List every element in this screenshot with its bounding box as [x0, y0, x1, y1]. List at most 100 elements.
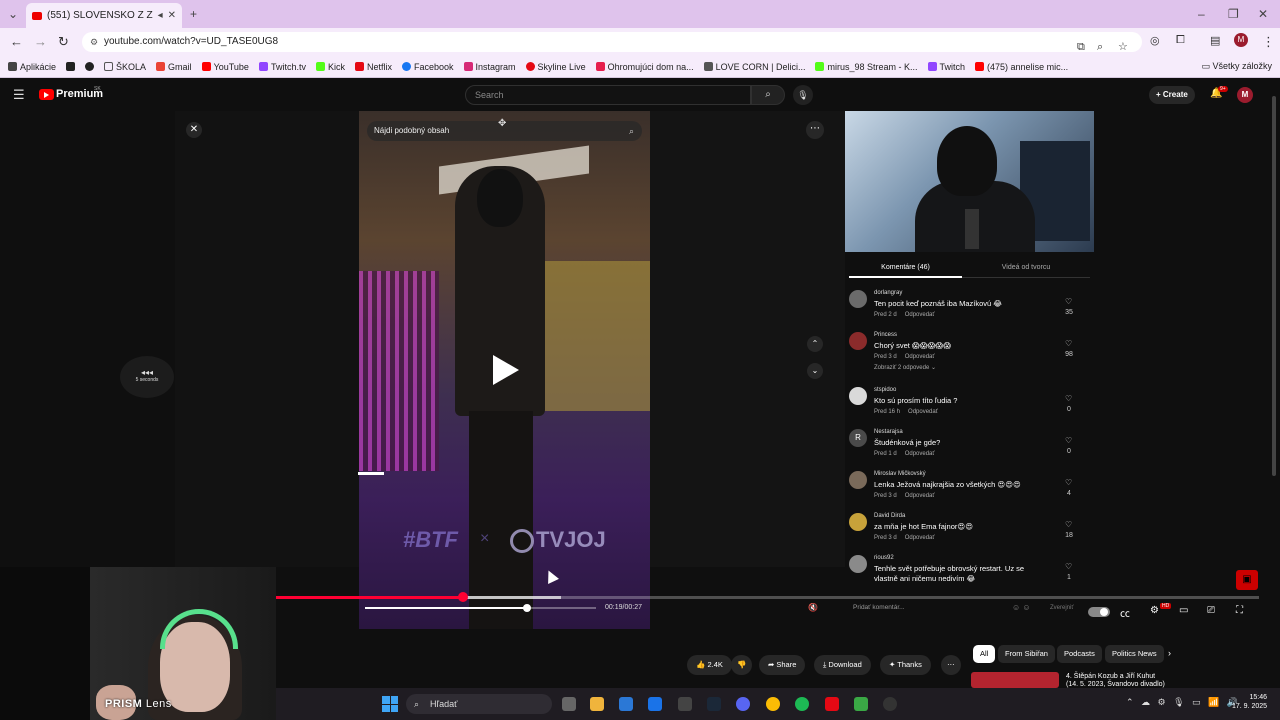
emoji-icon[interactable]: ☺ ☺ — [1012, 601, 1031, 615]
bookmark-item[interactable] — [85, 62, 95, 71]
spotify-icon[interactable] — [795, 697, 809, 711]
browser-menu-icon[interactable]: ⋮ — [1262, 34, 1275, 50]
reload-icon[interactable]: ↻ — [58, 34, 69, 50]
windows-start-icon[interactable] — [382, 696, 398, 712]
avatar[interactable]: R — [849, 429, 867, 447]
microphone-icon[interactable]: 🎙 — [793, 85, 813, 105]
comment-author[interactable]: dorlangray — [874, 290, 902, 296]
progress-scrubber-handle[interactable] — [457, 592, 468, 602]
recommended-thumbnail[interactable] — [971, 672, 1059, 688]
browser-tab[interactable]: (551) SLOVENSKO Z ZTRACENÝ... ◂ ✕ — [26, 3, 182, 28]
fullscreen-icon[interactable]: ⛶ — [1236, 605, 1243, 616]
search-input[interactable]: Search — [465, 85, 751, 105]
cast-icon[interactable]: ⎚ — [1207, 605, 1215, 616]
extensions-puzzle-icon[interactable]: ⧠ — [1176, 34, 1185, 47]
play-icon[interactable] — [493, 355, 519, 385]
page-scrollbar[interactable] — [1270, 86, 1278, 684]
like-heart-icon[interactable]: ♡ — [1065, 562, 1072, 571]
minimize-button[interactable]: – — [1198, 7, 1205, 21]
bookmark-item[interactable] — [66, 62, 76, 71]
like-heart-icon[interactable]: ♡ — [1065, 339, 1072, 348]
search-icon[interactable]: ⌕ — [751, 85, 785, 105]
comment-author[interactable]: rious92 — [874, 555, 894, 561]
taskbar-search-input[interactable]: ⌕ Hľadať — [406, 694, 552, 714]
maximize-button[interactable]: ❐ — [1228, 7, 1239, 21]
bookmark-item[interactable]: Skyline Live — [525, 62, 586, 72]
shorts-scrub-handle[interactable] — [522, 604, 531, 612]
tab-search-icon[interactable]: ⌄ — [8, 7, 18, 21]
avatar[interactable] — [849, 290, 867, 308]
system-tray[interactable]: ⌃ ☁ ⚙ 🎙 ▭ 📶 🔊 — [1126, 697, 1243, 708]
hamburger-menu-icon[interactable]: ☰ — [13, 87, 25, 103]
file-explorer-icon[interactable] — [590, 697, 604, 711]
scrollbar-thumb[interactable] — [1272, 96, 1276, 476]
chip-politics[interactable]: Politics News — [1105, 645, 1164, 663]
site-info-icon[interactable]: ⚙ — [90, 32, 98, 52]
tab-mute-icon[interactable]: ◂ — [158, 10, 163, 21]
comment-author[interactable]: Miroslav Mičkovský — [874, 471, 926, 477]
profile-avatar[interactable]: M — [1234, 33, 1248, 47]
comment-author[interactable]: Nestarajsa — [874, 429, 903, 435]
chips-next-chevron-icon[interactable]: › — [1168, 648, 1171, 658]
share-button[interactable]: ➦ Share — [759, 655, 806, 675]
chip-from-channel[interactable]: From Sibiřan — [998, 645, 1055, 663]
mute-icon[interactable]: 🔇 — [808, 603, 818, 612]
avatar[interactable] — [849, 332, 867, 350]
bookmark-item[interactable]: Kick — [315, 62, 345, 72]
autoplay-toggle[interactable] — [1088, 607, 1110, 617]
more-actions-icon[interactable]: ⋯ — [941, 655, 961, 675]
bookmark-item[interactable]: (475) annelise mic... — [975, 62, 1068, 72]
all-bookmarks-button[interactable]: ▭ Všetky záložky — [1201, 61, 1272, 72]
youtube-logo-icon[interactable] — [39, 89, 54, 100]
obs-icon[interactable] — [883, 697, 897, 711]
discord-icon[interactable] — [736, 697, 750, 711]
netflix-icon[interactable] — [825, 697, 839, 711]
outlook-icon[interactable] — [648, 697, 662, 711]
bookmark-item[interactable]: Twitch.tv — [258, 62, 306, 72]
store-icon[interactable] — [619, 697, 633, 711]
steam-icon[interactable] — [707, 697, 721, 711]
add-comment-input[interactable]: Pridať komentár... ☺ ☺ Zverejniť — [849, 601, 1079, 615]
close-icon[interactable]: ✕ — [186, 122, 202, 138]
bookmark-item[interactable]: ŠKOLA — [104, 62, 146, 72]
bookmark-item[interactable]: Ohromujúci dom na... — [595, 62, 694, 72]
avatar[interactable] — [849, 471, 867, 489]
dislike-button[interactable]: 👎 — [731, 655, 753, 675]
avatar[interactable] — [849, 387, 867, 405]
subtitles-icon[interactable]: ㏄ — [1120, 605, 1130, 620]
lens-search-icon[interactable]: ⌕ — [629, 121, 634, 141]
avatar[interactable] — [849, 513, 867, 531]
download-button[interactable]: ⤓ Download — [814, 655, 871, 675]
bookmark-item[interactable]: LOVE CORN | Delici... — [703, 62, 805, 72]
new-tab-button[interactable]: + — [190, 7, 197, 21]
next-short-icon[interactable]: ⌄ — [807, 363, 823, 379]
reply-button[interactable]: Odpovedať — [905, 535, 935, 541]
taskbar-clock[interactable]: 15:46 17. 9. 2025 — [1232, 693, 1267, 711]
reply-button[interactable]: Odpovedať — [905, 451, 935, 457]
post-comment-button[interactable]: Zverejniť — [1050, 601, 1074, 615]
bookmark-item[interactable]: mirus_98 Stream - K... — [815, 62, 918, 72]
miniplayer-icon[interactable]: ▭ — [1179, 605, 1188, 616]
bookmark-item[interactable]: Twitch — [927, 62, 965, 72]
comment-author[interactable]: stspidoo — [874, 387, 896, 393]
reading-list-icon[interactable]: ▤ — [1210, 34, 1220, 47]
thanks-button[interactable]: ✦ Thanks — [880, 655, 931, 675]
chrome-icon[interactable] — [766, 697, 780, 711]
reply-button[interactable]: Odpovedať — [908, 409, 938, 415]
reply-button[interactable]: Odpovedať — [905, 312, 935, 318]
extension-icon[interactable]: ◎ — [1150, 34, 1160, 47]
create-button[interactable]: + Create — [1149, 86, 1195, 104]
bookmark-item[interactable]: YouTube — [201, 62, 249, 72]
account-avatar[interactable]: M — [1237, 87, 1253, 103]
comment-author[interactable]: David Dirda — [874, 513, 905, 519]
bookmark-item[interactable]: Instagram — [463, 62, 516, 72]
like-heart-icon[interactable]: ♡ — [1065, 520, 1072, 529]
like-heart-icon[interactable]: ♡ — [1065, 297, 1072, 306]
previous-short-icon[interactable]: ⌃ — [807, 336, 823, 352]
drag-move-icon[interactable]: ✥ — [498, 118, 506, 129]
android-icon[interactable] — [854, 697, 868, 711]
avatar[interactable] — [849, 555, 867, 573]
comment-author[interactable]: Princess — [874, 332, 897, 338]
reply-button[interactable]: Odpovedať — [905, 493, 935, 499]
show-replies-button[interactable]: Zobraziť 2 odpovede ⌄ — [874, 364, 936, 371]
